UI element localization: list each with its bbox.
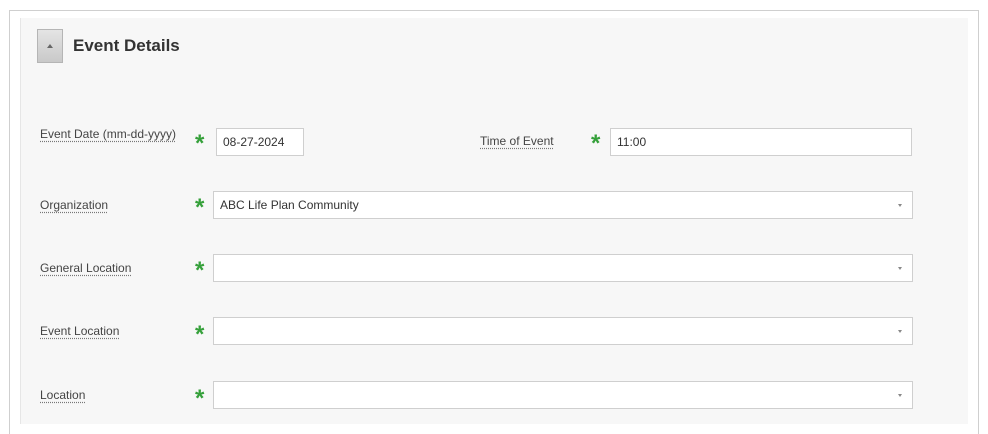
chevron-down-icon[interactable] xyxy=(898,204,902,207)
event-details-panel xyxy=(20,18,968,424)
chevron-down-icon[interactable] xyxy=(898,394,902,397)
organization-label: Organization xyxy=(40,198,109,212)
required-asterisk: * xyxy=(195,321,205,348)
chevron-down-icon[interactable] xyxy=(898,267,902,270)
required-asterisk: * xyxy=(591,130,601,157)
event-location-select[interactable] xyxy=(213,317,913,345)
location-label: Location xyxy=(40,388,86,402)
required-asterisk: * xyxy=(195,385,205,412)
organization-select[interactable]: ABC Life Plan Community xyxy=(213,191,913,219)
required-asterisk: * xyxy=(195,194,205,221)
event-date-input[interactable] xyxy=(223,135,303,149)
event-date-field[interactable] xyxy=(216,128,304,156)
general-location-label: General Location xyxy=(40,261,132,275)
general-location-select[interactable] xyxy=(213,254,913,282)
location-select[interactable] xyxy=(213,381,913,409)
time-of-event-label: Time of Event xyxy=(480,134,554,148)
organization-value: ABC Life Plan Community xyxy=(220,198,359,212)
chevron-down-icon[interactable] xyxy=(898,330,902,333)
time-of-event-field[interactable] xyxy=(610,128,912,156)
time-of-event-input[interactable] xyxy=(617,135,911,149)
event-location-label: Event Location xyxy=(40,324,120,338)
section-header: Event Details xyxy=(37,28,180,64)
caret-up-icon xyxy=(47,44,53,48)
section-title: Event Details xyxy=(73,36,180,55)
collapse-toggle-button[interactable] xyxy=(37,29,63,63)
required-asterisk: * xyxy=(195,257,205,284)
required-asterisk: * xyxy=(195,130,205,157)
event-date-label: Event Date (mm-dd-yyyy) xyxy=(40,127,177,141)
